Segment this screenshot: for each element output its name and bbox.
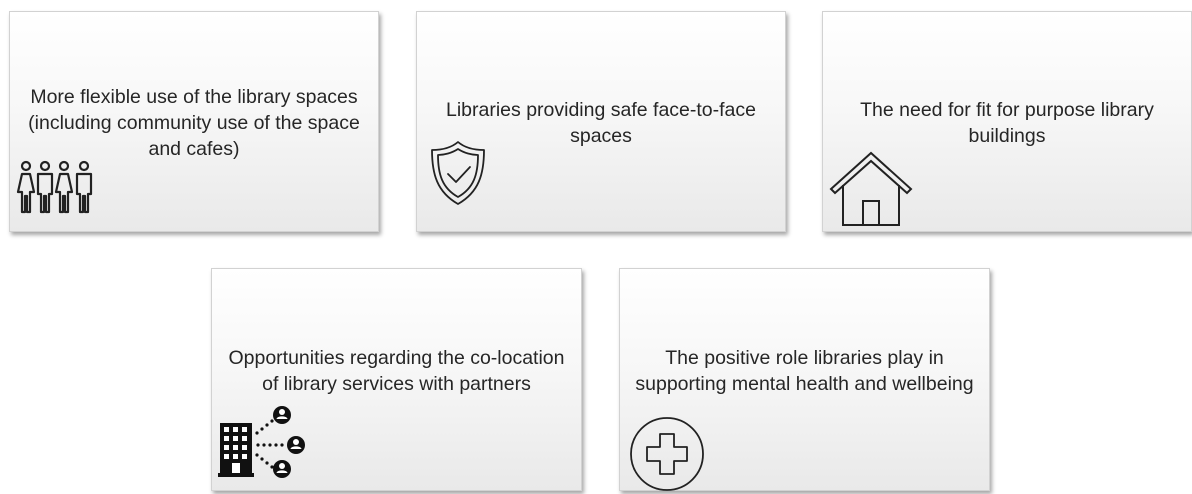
- card-fit-buildings: The need for fit for purpose library bui…: [822, 11, 1192, 232]
- card-mental-health: The positive role libraries play in supp…: [619, 268, 990, 491]
- card-text: More flexible use of the library spaces …: [28, 86, 360, 160]
- medical-cross-icon: [629, 414, 709, 494]
- building-network-icon: [216, 405, 312, 479]
- card-safe-spaces: Libraries providing safe face-to-face sp…: [416, 11, 786, 232]
- people-group-icon: [14, 158, 110, 228]
- shield-check-icon: [429, 140, 487, 206]
- card-text: Opportunities regarding the co-location …: [228, 347, 565, 395]
- card-co-location: Opportunities regarding the co-location …: [211, 268, 582, 491]
- card-text: The positive role libraries play in supp…: [635, 347, 974, 395]
- house-icon: [829, 151, 913, 227]
- card-text: The need for fit for purpose library bui…: [860, 99, 1154, 147]
- card-flexible-spaces: More flexible use of the library spaces …: [9, 11, 379, 232]
